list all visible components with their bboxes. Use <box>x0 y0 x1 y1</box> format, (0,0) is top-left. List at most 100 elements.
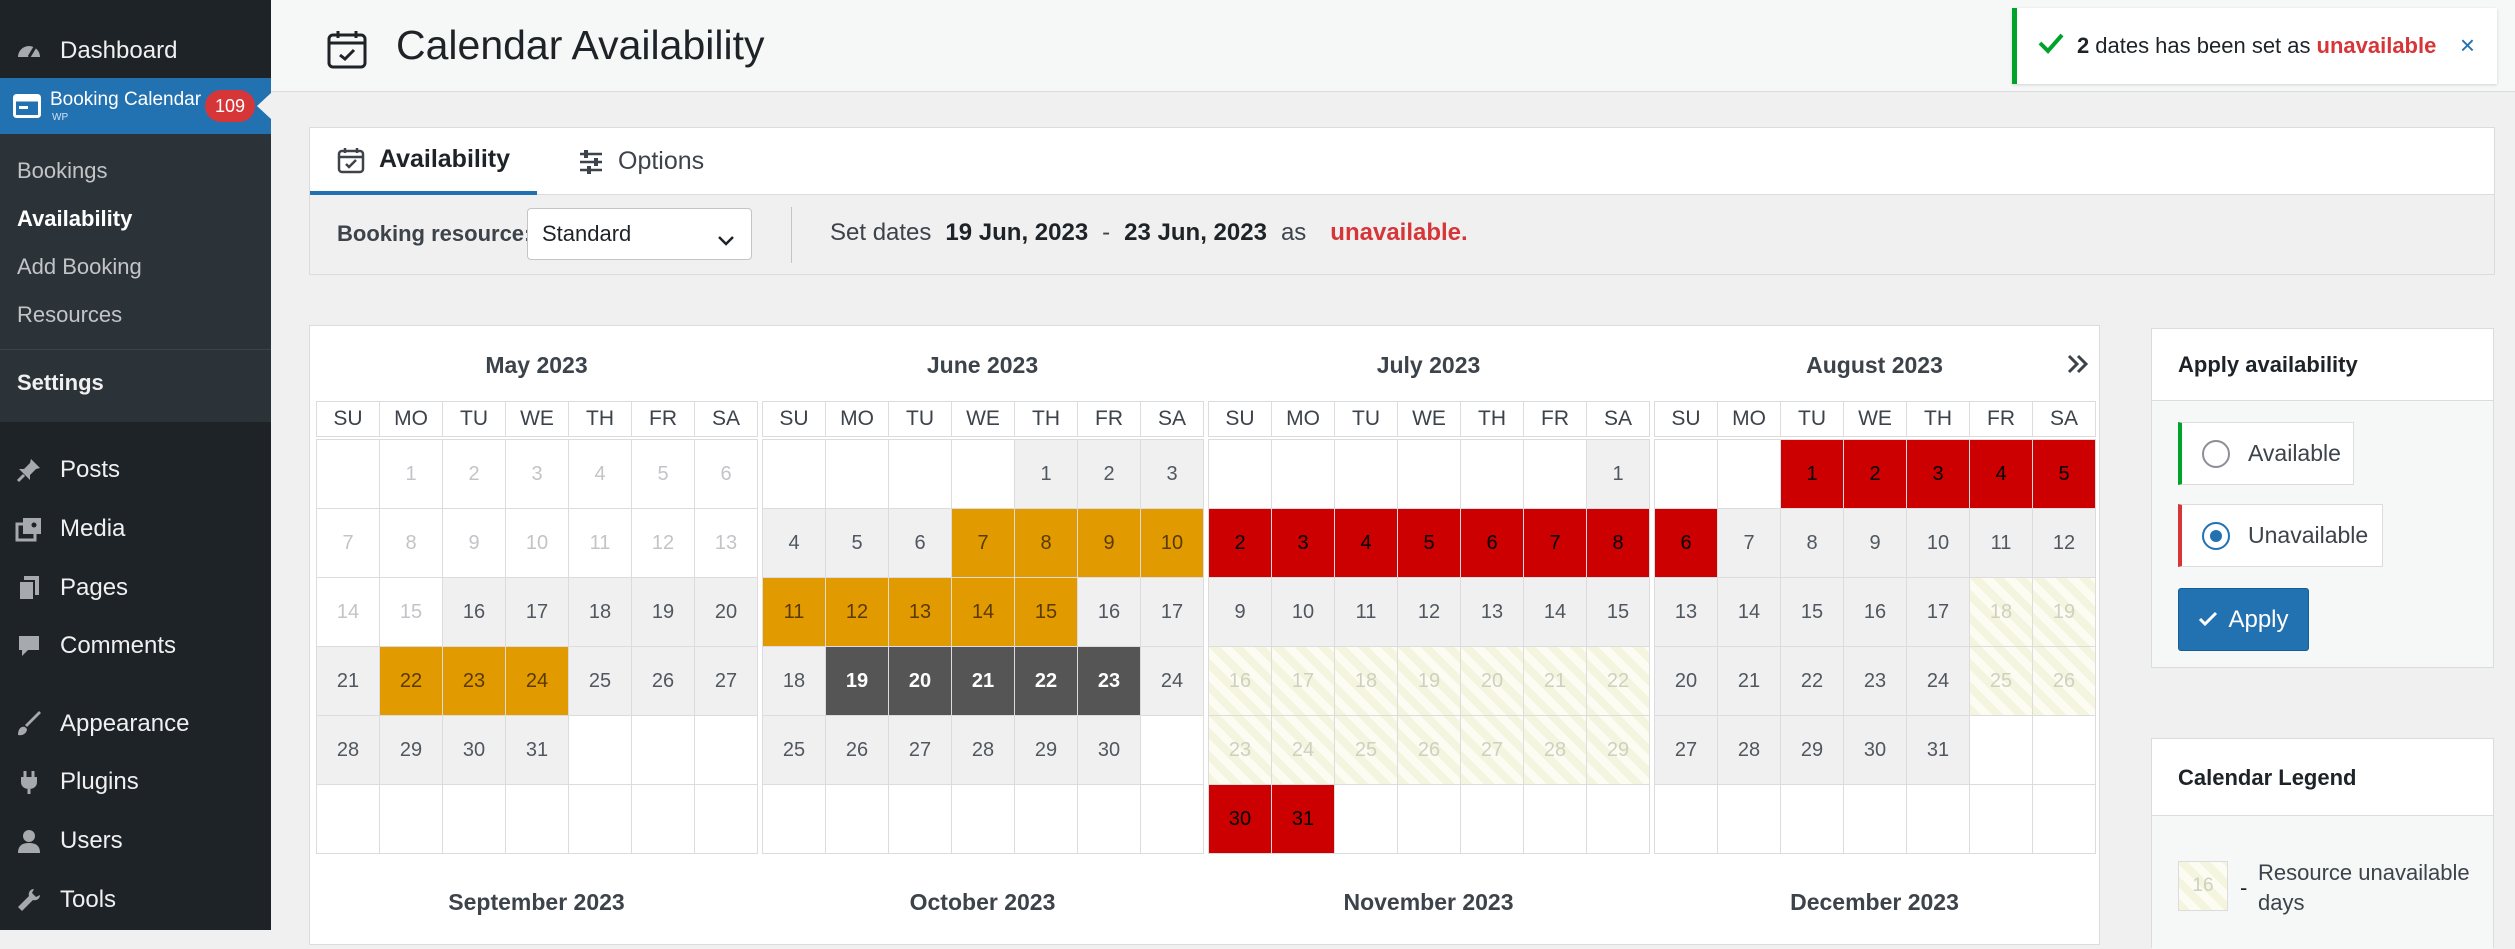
menu-tools[interactable]: Tools <box>0 873 271 927</box>
day-cell[interactable]: 17 <box>505 577 569 647</box>
day-cell[interactable]: 12 <box>2032 508 2096 578</box>
resource-select[interactable]: Standard <box>527 208 752 260</box>
day-cell[interactable]: 18 <box>1334 646 1398 716</box>
day-cell[interactable]: 8 <box>1780 508 1844 578</box>
day-cell[interactable]: 24 <box>1271 715 1335 785</box>
day-cell[interactable]: 3 <box>1271 508 1335 578</box>
day-cell[interactable]: 24 <box>1140 646 1204 716</box>
day-cell[interactable]: 12 <box>825 577 889 647</box>
day-cell[interactable]: 6 <box>888 508 952 578</box>
day-cell[interactable]: 24 <box>1906 646 1970 716</box>
day-cell[interactable]: 7 <box>1717 508 1781 578</box>
option-unavailable[interactable]: Unavailable <box>2178 504 2383 567</box>
day-cell[interactable]: 9 <box>1843 508 1907 578</box>
day-cell[interactable]: 4 <box>1969 439 2033 509</box>
day-cell[interactable]: 3 <box>1140 439 1204 509</box>
day-cell[interactable]: 23 <box>442 646 506 716</box>
day-cell[interactable]: 10 <box>1140 508 1204 578</box>
radio-unavailable[interactable] <box>2202 521 2230 550</box>
day-cell[interactable]: 5 <box>1397 508 1461 578</box>
day-cell[interactable]: 19 <box>1397 646 1461 716</box>
radio-available[interactable] <box>2202 439 2230 468</box>
day-cell[interactable]: 13 <box>1460 577 1524 647</box>
menu-posts[interactable]: Posts <box>0 443 271 497</box>
day-cell[interactable]: 20 <box>888 646 952 716</box>
menu-pages[interactable]: Pages <box>0 561 271 615</box>
day-cell[interactable]: 30 <box>1843 715 1907 785</box>
day-cell[interactable]: 26 <box>825 715 889 785</box>
day-cell[interactable]: 20 <box>1654 646 1718 716</box>
day-cell[interactable]: 13 <box>1654 577 1718 647</box>
day-cell[interactable]: 18 <box>1969 577 2033 647</box>
day-cell[interactable]: 29 <box>1780 715 1844 785</box>
close-icon[interactable]: × <box>2460 30 2475 61</box>
day-cell[interactable]: 25 <box>1969 646 2033 716</box>
day-cell[interactable]: 29 <box>1014 715 1078 785</box>
day-cell[interactable]: 14 <box>951 577 1015 647</box>
day-cell[interactable]: 16 <box>1843 577 1907 647</box>
day-cell[interactable]: 25 <box>1334 715 1398 785</box>
day-cell[interactable]: 2 <box>1208 508 1272 578</box>
day-cell[interactable]: 26 <box>631 646 695 716</box>
day-cell[interactable]: 2 <box>1843 439 1907 509</box>
day-cell[interactable]: 8 <box>1586 508 1650 578</box>
day-cell[interactable]: 7 <box>1523 508 1587 578</box>
day-cell[interactable]: 18 <box>568 577 632 647</box>
day-cell[interactable]: 1 <box>1586 439 1650 509</box>
day-cell[interactable]: 6 <box>1654 508 1718 578</box>
day-cell[interactable]: 17 <box>1906 577 1970 647</box>
day-cell[interactable]: 11 <box>1969 508 2033 578</box>
day-cell[interactable]: 3 <box>1906 439 1970 509</box>
day-cell[interactable]: 14 <box>1523 577 1587 647</box>
day-cell[interactable]: 10 <box>1906 508 1970 578</box>
day-cell[interactable]: 21 <box>316 646 380 716</box>
day-cell[interactable]: 13 <box>888 577 952 647</box>
next-month-icon[interactable] <box>2066 354 2090 379</box>
submenu-resources[interactable]: Resources <box>17 302 122 328</box>
day-cell[interactable]: 30 <box>1208 784 1272 854</box>
day-cell[interactable]: 17 <box>1140 577 1204 647</box>
day-cell[interactable]: 15 <box>1014 577 1078 647</box>
day-cell[interactable]: 15 <box>1586 577 1650 647</box>
day-cell[interactable]: 23 <box>1208 715 1272 785</box>
apply-button[interactable]: Apply <box>2178 588 2309 651</box>
day-cell[interactable]: 22 <box>1780 646 1844 716</box>
day-cell[interactable]: 28 <box>951 715 1015 785</box>
day-cell[interactable]: 12 <box>1397 577 1461 647</box>
day-cell[interactable]: 7 <box>951 508 1015 578</box>
day-cell[interactable]: 20 <box>694 577 758 647</box>
day-cell[interactable]: 29 <box>379 715 443 785</box>
day-cell[interactable]: 18 <box>762 646 826 716</box>
day-cell[interactable]: 22 <box>379 646 443 716</box>
day-cell[interactable]: 1 <box>1014 439 1078 509</box>
day-cell[interactable]: 31 <box>1906 715 1970 785</box>
day-cell[interactable]: 26 <box>2032 646 2096 716</box>
day-cell[interactable]: 27 <box>1654 715 1718 785</box>
day-cell[interactable]: 19 <box>631 577 695 647</box>
day-cell[interactable]: 31 <box>1271 784 1335 854</box>
day-cell[interactable]: 5 <box>825 508 889 578</box>
day-cell[interactable]: 16 <box>442 577 506 647</box>
day-cell[interactable]: 5 <box>2032 439 2096 509</box>
day-cell[interactable]: 22 <box>1014 646 1078 716</box>
menu-media[interactable]: Media <box>0 502 271 556</box>
day-cell[interactable]: 21 <box>1523 646 1587 716</box>
day-cell[interactable]: 28 <box>316 715 380 785</box>
menu-users[interactable]: Users <box>0 814 271 868</box>
option-available[interactable]: Available <box>2178 422 2354 485</box>
day-cell[interactable]: 4 <box>1334 508 1398 578</box>
submenu-settings[interactable]: Settings <box>17 370 104 396</box>
day-cell[interactable]: 21 <box>1717 646 1781 716</box>
tab-availability[interactable]: Availability <box>310 128 537 195</box>
day-cell[interactable]: 21 <box>951 646 1015 716</box>
day-cell[interactable]: 16 <box>1208 646 1272 716</box>
day-cell[interactable]: 6 <box>1460 508 1524 578</box>
day-cell[interactable]: 1 <box>1780 439 1844 509</box>
day-cell[interactable]: 2 <box>1077 439 1141 509</box>
day-cell[interactable]: 30 <box>1077 715 1141 785</box>
day-cell[interactable]: 23 <box>1077 646 1141 716</box>
day-cell[interactable]: 30 <box>442 715 506 785</box>
day-cell[interactable]: 26 <box>1397 715 1461 785</box>
day-cell[interactable]: 9 <box>1208 577 1272 647</box>
menu-appearance[interactable]: Appearance <box>0 697 271 751</box>
